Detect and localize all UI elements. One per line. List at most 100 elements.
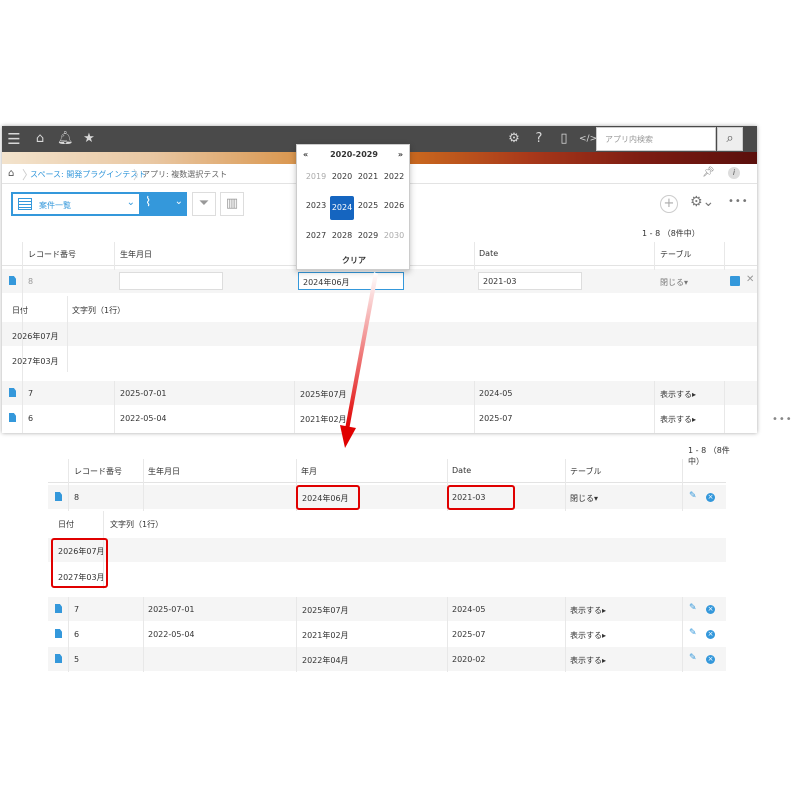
year-month-value: 2021年02月 — [302, 631, 349, 640]
bar-chart-icon: ▥ — [225, 196, 239, 211]
document-icon[interactable] — [9, 413, 16, 422]
year-option[interactable]: 2020 — [330, 167, 354, 187]
column-divider — [724, 242, 725, 270]
filter-button[interactable]: ⏷ — [192, 192, 216, 216]
date-value: 2024-05 — [479, 389, 513, 398]
remove-icon[interactable]: × — [706, 605, 715, 614]
year-option[interactable]: 2027 — [304, 226, 328, 246]
column-divider — [474, 381, 475, 433]
date-value: 2024-05 — [452, 605, 486, 614]
table-toggle[interactable]: 閉じる▾ — [570, 493, 598, 504]
home-icon[interactable]: ⌂ — [32, 131, 48, 147]
menu-icon[interactable]: ☰ — [6, 131, 22, 147]
view-selector[interactable]: 案件一覧 ⌄ — [11, 192, 141, 216]
column-divider — [114, 242, 115, 270]
document-icon[interactable] — [55, 629, 62, 638]
pencil-icon[interactable]: ✎ — [689, 491, 697, 501]
highlight-date — [447, 485, 515, 510]
subtable-date: 2026年07月 — [12, 332, 59, 341]
mobile-icon[interactable]: ▯ — [556, 131, 572, 147]
funnel-icon: ⏷ — [198, 196, 210, 211]
subtable-header: 日付 文字列（1行） — [48, 511, 726, 535]
chevron-down-icon: ⌄ — [174, 196, 183, 207]
birthday-value: 2025-07-01 — [120, 389, 167, 398]
arrow-down-icon — [340, 272, 378, 448]
year-option[interactable]: 2022 — [382, 167, 406, 187]
year-option[interactable]: 2026 — [382, 196, 406, 216]
info-icon[interactable]: i — [728, 167, 740, 179]
table-toggle[interactable]: 表示する▸ — [660, 414, 696, 425]
star-icon[interactable]: ★ — [81, 131, 97, 147]
date-value: 2020-02 — [452, 655, 486, 664]
breadcrumb-app-link[interactable]: アプリ: 複数選択テスト — [142, 169, 227, 180]
plus-icon: + — [663, 196, 675, 211]
next-decade-button[interactable]: » — [398, 150, 403, 159]
table-toggle[interactable]: 閉じる▾ — [660, 277, 688, 288]
help-icon[interactable]: ? — [531, 131, 547, 147]
add-record-button[interactable]: + — [660, 195, 678, 213]
pencil-icon[interactable]: ✎ — [689, 653, 697, 663]
birthday-value: 2025-07-01 — [148, 605, 195, 614]
year-option-selected[interactable]: 2024 — [330, 196, 354, 220]
result-screenshot: 1 - 8 （8件中） レコード番号 生年月日 年月 Date テーブル 8 2… — [48, 438, 738, 678]
table-row: 8 2024年06月 2021-03 閉じる▾ ✎ × — [48, 485, 726, 509]
column-divider — [682, 597, 683, 672]
line-graph-icon: ⌇ — [145, 195, 152, 210]
year-option[interactable]: 2025 — [356, 196, 380, 216]
pencil-icon[interactable]: ✎ — [689, 603, 697, 613]
birthday-value: 2022-05-04 — [148, 630, 195, 639]
table-toggle[interactable]: 表示する▸ — [570, 630, 606, 641]
graph-selector[interactable]: ⌇ ⌄ — [141, 192, 187, 216]
column-date: Date — [479, 249, 499, 258]
year-option[interactable]: 2023 — [304, 196, 328, 216]
search-icon: ⌕ — [726, 131, 734, 146]
year-option[interactable]: 2028 — [330, 226, 354, 246]
remove-icon[interactable]: × — [706, 655, 715, 664]
chart-button[interactable]: ▥ — [220, 192, 244, 216]
decade-range-label: 2020-2029 — [330, 150, 378, 159]
more-options-icon[interactable]: ••• — [772, 414, 793, 425]
year-option[interactable]: 2029 — [356, 226, 380, 246]
search-input[interactable]: アプリ内検索 — [596, 127, 716, 151]
remove-icon[interactable]: × — [706, 630, 715, 639]
view-label: 案件一覧 — [39, 201, 71, 210]
pin-icon[interactable]: 📌︎ — [702, 167, 715, 178]
highlight-year-month — [296, 485, 360, 510]
table-toggle[interactable]: 表示する▸ — [570, 655, 606, 666]
document-icon[interactable] — [55, 654, 62, 663]
close-icon[interactable]: ✕ — [746, 274, 754, 285]
code-icon[interactable]: </> — [579, 131, 597, 147]
document-icon[interactable] — [55, 604, 62, 613]
column-divider — [565, 597, 566, 672]
table-row: 7 2025-07-01 2025年07月 2024-05 表示する▸ ✎ × — [48, 597, 726, 621]
record-no: 6 — [74, 630, 80, 639]
document-icon[interactable] — [55, 492, 62, 501]
remove-icon[interactable]: × — [706, 493, 715, 502]
chevron-down-icon: ⌄ — [126, 197, 135, 208]
year-option[interactable]: 2021 — [356, 167, 380, 187]
more-options-icon[interactable]: ••• — [728, 196, 749, 207]
table-toggle[interactable]: 表示する▸ — [660, 389, 696, 400]
settings-button[interactable]: ⚙︎⌄ — [690, 194, 714, 210]
column-divider — [682, 459, 683, 511]
pencil-icon[interactable]: ✎ — [689, 628, 697, 638]
date-value: 2025-07 — [479, 414, 513, 423]
document-icon[interactable] — [9, 276, 16, 285]
table-toggle[interactable]: 表示する▸ — [570, 605, 606, 616]
column-year-month: 年月 — [301, 467, 317, 476]
year-option[interactable]: 2019 — [304, 167, 328, 187]
date-input[interactable]: 2021-03 — [478, 272, 582, 290]
subtable-column-text: 文字列（1行） — [72, 306, 126, 315]
save-icon[interactable] — [730, 276, 740, 286]
gear-icon[interactable]: ⚙ — [506, 131, 522, 147]
home-icon[interactable]: ⌂ — [8, 168, 14, 179]
search-button[interactable]: ⌕ — [717, 127, 743, 151]
bell-icon[interactable]: 🔔︎ — [57, 131, 74, 147]
year-option[interactable]: 2030 — [382, 226, 406, 246]
breadcrumb-space-link[interactable]: スペース: 開発プラグインテスト — [30, 169, 146, 180]
birthday-input[interactable] — [119, 272, 223, 290]
subtable-row: 2027年03月 — [48, 564, 726, 588]
column-record-no: レコード番号 — [74, 467, 122, 476]
document-icon[interactable] — [9, 388, 16, 397]
clear-button[interactable]: クリア — [297, 255, 411, 266]
